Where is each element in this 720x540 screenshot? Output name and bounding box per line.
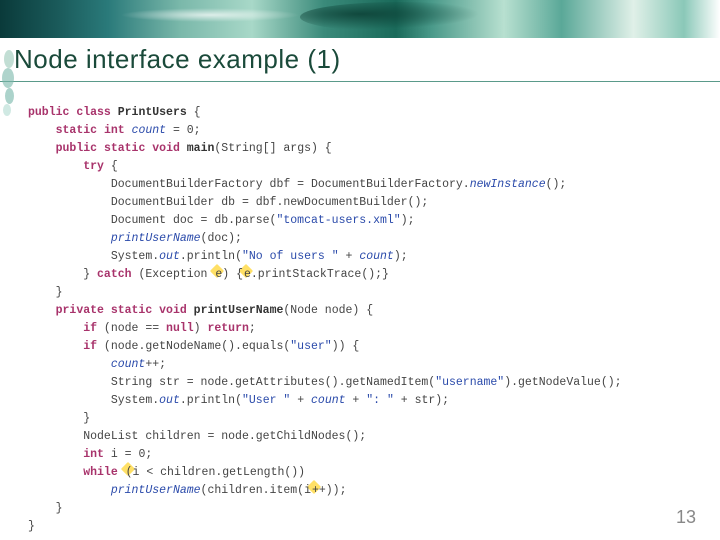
warning-icon	[311, 484, 312, 496]
code-line: }	[28, 502, 63, 515]
code-line: } catch (Exception e) {e.printStackTrace…	[28, 268, 389, 281]
code-line: NodeList children = node.getChildNodes()…	[28, 430, 366, 443]
warning-icon	[243, 268, 244, 280]
warning-icon	[125, 466, 126, 478]
code-line: private static void printUserName(Node n…	[28, 304, 373, 317]
code-line: public class PrintUsers {	[28, 106, 201, 119]
code-line: String str = node.getAttributes().getNam…	[28, 376, 622, 389]
code-line: static int count = 0;	[28, 124, 201, 137]
code-line: int i = 0;	[28, 448, 152, 461]
code-line: while (i < children.getLength())	[28, 466, 305, 479]
code-block: public class PrintUsers { static int cou…	[0, 86, 720, 536]
code-line: if (node.getNodeName().equals("user")) {	[28, 340, 359, 353]
slide-title: Node interface example (1)	[0, 38, 720, 82]
code-line: printUserName(doc);	[28, 232, 242, 245]
code-line: }	[28, 286, 63, 299]
decorative-dots	[2, 50, 16, 120]
code-line: DocumentBuilder db = dbf.newDocumentBuil…	[28, 196, 428, 209]
code-line: if (node == null) return;	[28, 322, 256, 335]
code-line: System.out.println("No of users " + coun…	[28, 250, 408, 263]
code-line: }	[28, 520, 35, 533]
code-line: count++;	[28, 358, 166, 371]
code-line: DocumentBuilderFactory dbf = DocumentBui…	[28, 178, 566, 191]
code-line: System.out.println("User " + count + ": …	[28, 394, 449, 407]
code-line: Document doc = db.parse("tomcat-users.xm…	[28, 214, 415, 227]
code-line: try {	[28, 160, 118, 173]
code-line: }	[28, 412, 90, 425]
decorative-banner	[0, 0, 720, 38]
code-line: printUserName(children.item(i++));	[28, 484, 346, 497]
code-line: public static void main(String[] args) {	[28, 142, 332, 155]
page-number: 13	[676, 507, 696, 528]
warning-icon	[214, 268, 215, 280]
